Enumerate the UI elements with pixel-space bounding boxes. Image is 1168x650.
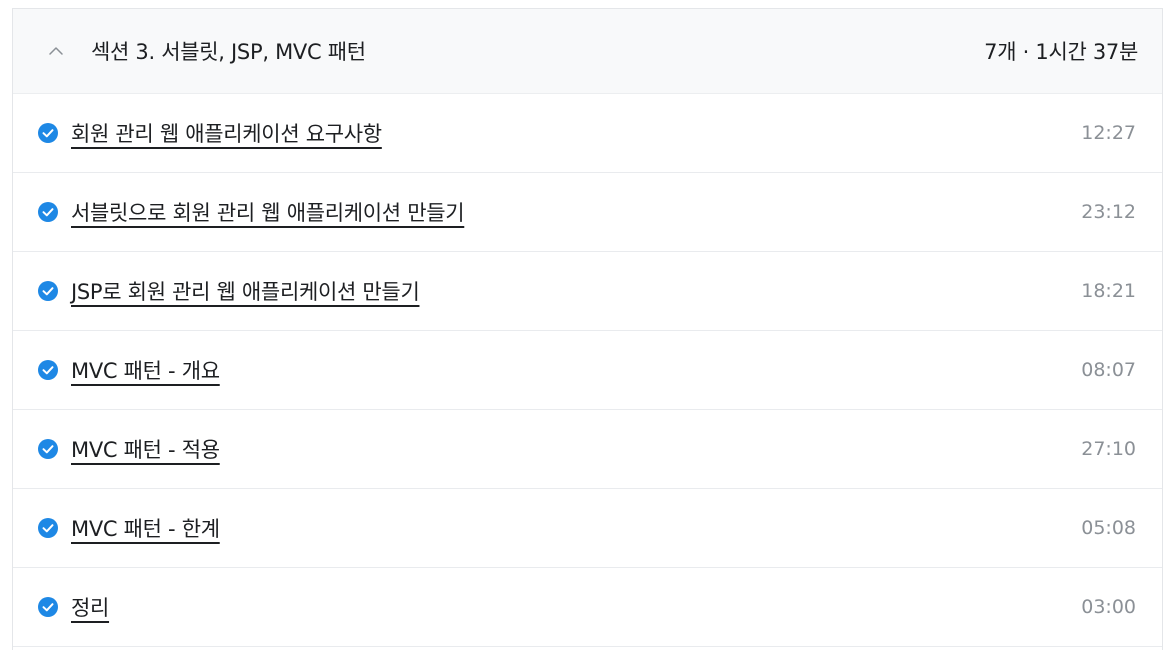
lecture-title-link[interactable]: MVC 패턴 - 개요 (71, 355, 1081, 385)
lecture-duration: 03:00 (1081, 596, 1136, 618)
lecture-row[interactable]: MVC 패턴 - 적용 27:10 (13, 410, 1162, 489)
section-meta: 7개 · 1시간 37분 (984, 40, 1138, 64)
chevron-up-icon[interactable] (46, 41, 66, 61)
lecture-duration: 08:07 (1081, 359, 1136, 381)
curriculum-section-panel: 섹션 3. 서블릿, JSP, MVC 패턴 7개 · 1시간 37분 회원 관… (12, 8, 1163, 650)
lecture-row[interactable]: 서블릿으로 회원 관리 웹 애플리케이션 만들기 23:12 (13, 173, 1162, 252)
check-circle-icon (38, 360, 58, 380)
lecture-row[interactable]: 회원 관리 웹 애플리케이션 요구사항 12:27 (13, 94, 1162, 173)
check-circle-icon (38, 281, 58, 301)
lecture-row[interactable]: JSP로 회원 관리 웹 애플리케이션 만들기 18:21 (13, 252, 1162, 331)
check-circle-icon (38, 518, 58, 538)
lecture-title-link[interactable]: 정리 (71, 592, 1081, 622)
lecture-title-link[interactable]: JSP로 회원 관리 웹 애플리케이션 만들기 (71, 276, 1081, 306)
lecture-title-link[interactable]: 서블릿으로 회원 관리 웹 애플리케이션 만들기 (71, 197, 1081, 227)
check-circle-icon (38, 439, 58, 459)
lecture-duration: 05:08 (1081, 517, 1136, 539)
lecture-duration: 27:10 (1081, 438, 1136, 460)
check-circle-icon (38, 123, 58, 143)
check-circle-icon (38, 597, 58, 617)
lecture-row[interactable]: 정리 03:00 (13, 568, 1162, 647)
lecture-duration: 23:12 (1081, 201, 1136, 223)
lecture-duration: 12:27 (1081, 122, 1136, 144)
lecture-row[interactable]: MVC 패턴 - 한계 05:08 (13, 489, 1162, 568)
lecture-title-link[interactable]: MVC 패턴 - 적용 (71, 434, 1081, 464)
lecture-row[interactable]: MVC 패턴 - 개요 08:07 (13, 331, 1162, 410)
section-header[interactable]: 섹션 3. 서블릿, JSP, MVC 패턴 7개 · 1시간 37분 (13, 9, 1162, 94)
check-circle-icon (38, 202, 58, 222)
lecture-duration: 18:21 (1081, 280, 1136, 302)
section-title: 섹션 3. 서블릿, JSP, MVC 패턴 (91, 40, 366, 64)
lecture-title-link[interactable]: 회원 관리 웹 애플리케이션 요구사항 (71, 118, 1081, 148)
lecture-list: 회원 관리 웹 애플리케이션 요구사항 12:27 서블릿으로 회원 관리 웹 애플… (13, 94, 1162, 647)
lecture-title-link[interactable]: MVC 패턴 - 한계 (71, 513, 1081, 543)
